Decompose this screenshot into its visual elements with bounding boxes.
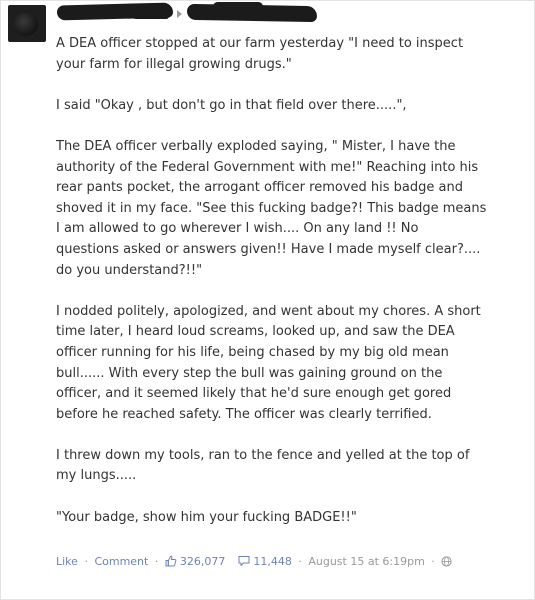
globe-icon[interactable] bbox=[441, 555, 452, 567]
separator: · bbox=[431, 555, 435, 568]
separator: · bbox=[154, 555, 159, 568]
comment-bubble-icon bbox=[238, 556, 250, 566]
like-link[interactable]: Like bbox=[56, 555, 78, 568]
comments-count-link[interactable]: 11,448 bbox=[238, 555, 295, 568]
post-paragraph: I said "Okay , but don't go in that fiel… bbox=[56, 97, 407, 113]
separator: · bbox=[84, 555, 88, 568]
post-paragraph: "Your badge, show him your fucking BADGE… bbox=[56, 509, 357, 525]
author-avatar[interactable] bbox=[8, 5, 46, 42]
likes-count-link[interactable]: 326,077 bbox=[165, 555, 229, 568]
redaction-mark bbox=[213, 2, 263, 11]
likes-count: 326,077 bbox=[179, 555, 226, 568]
post-text: A DEA officer stopped at our farm yester… bbox=[56, 34, 526, 528]
arrow-right-icon bbox=[177, 10, 182, 18]
post-action-bar: Like · Comment · 326,077 11,448 · August… bbox=[56, 554, 455, 570]
post-timestamp[interactable]: August 15 at 6:19pm bbox=[308, 555, 424, 568]
comments-count: 11,448 bbox=[253, 555, 292, 568]
separator: · bbox=[298, 555, 302, 568]
post-paragraph: A DEA officer stopped at our farm yester… bbox=[56, 36, 464, 72]
thumbs-up-icon bbox=[165, 555, 177, 567]
post-paragraph: The DEA officer verbally exploded saying… bbox=[56, 138, 487, 278]
post-paragraph: I nodded politely, apologized, and went … bbox=[56, 303, 481, 422]
comment-link[interactable]: Comment bbox=[94, 555, 148, 568]
redaction-mark bbox=[129, 7, 169, 19]
post-paragraph: I threw down my tools, ran to the fence … bbox=[56, 447, 470, 484]
facebook-post: A DEA officer stopped at our farm yester… bbox=[0, 0, 535, 600]
